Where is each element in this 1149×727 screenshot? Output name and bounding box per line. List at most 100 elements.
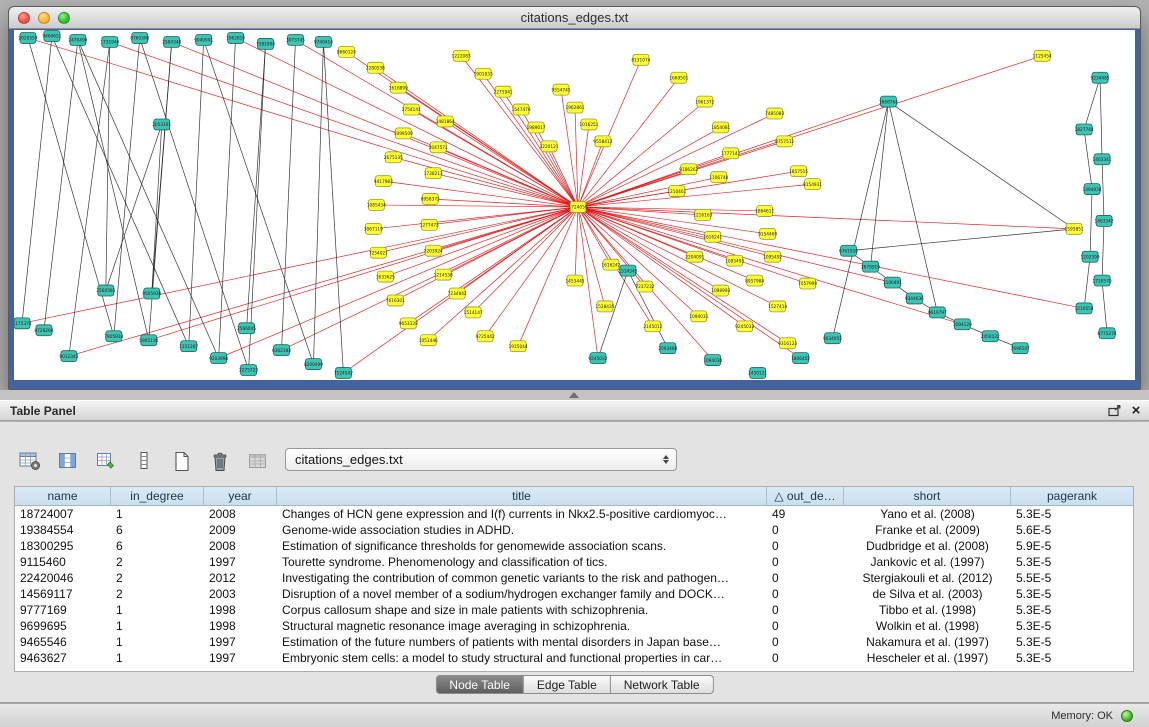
network-node[interactable]: 8760398 xyxy=(130,32,149,43)
network-node[interactable]: 1595851 xyxy=(1065,223,1084,234)
network-node[interactable]: 9203998 xyxy=(209,353,228,364)
network-node[interactable]: 8154931 xyxy=(803,179,822,190)
network-node[interactable]: 8660124 xyxy=(337,46,356,57)
network-node[interactable]: 9653328 xyxy=(399,318,418,329)
tab-edge-table[interactable]: Edge Table xyxy=(524,675,611,694)
network-node[interactable]: 1099509 xyxy=(394,128,413,139)
network-node[interactable]: 1806452 xyxy=(791,353,810,364)
network-node[interactable]: 1210461 xyxy=(667,186,686,197)
network-node[interactable]: 2047571 xyxy=(429,142,448,153)
network-node[interactable]: 7485083 xyxy=(765,108,784,119)
column-header-short[interactable]: short xyxy=(844,487,1011,505)
network-node[interactable]: 7696547 xyxy=(1011,343,1030,354)
network-node[interactable]: 2020559 xyxy=(18,32,37,43)
new-document-button[interactable] xyxy=(168,448,196,474)
network-node[interactable]: 2560593 xyxy=(96,285,115,296)
network-node[interactable]: 8757512 xyxy=(775,136,794,147)
network-node[interactable]: 6761916 xyxy=(839,245,858,256)
network-node[interactable]: 3067119 xyxy=(364,223,383,234)
window-titlebar[interactable]: citations_edges.txt xyxy=(9,7,1140,29)
network-node[interactable]: 1453445 xyxy=(565,275,584,286)
delete-trash-button[interactable] xyxy=(206,448,234,474)
network-node[interactable]: 9316123 xyxy=(778,338,797,349)
network-node[interactable]: 9049991 xyxy=(194,34,213,45)
network-node[interactable]: 1094129 xyxy=(953,319,972,330)
network-node[interactable]: 1666764 xyxy=(879,96,898,107)
network-node[interactable]: 2450121 xyxy=(748,368,767,379)
network-node[interactable]: 8200499 xyxy=(304,359,323,370)
network-node[interactable]: 1777147 xyxy=(721,148,740,159)
network-node[interactable]: 7581904 xyxy=(256,38,275,49)
network-node[interactable]: 1051446 xyxy=(419,335,438,346)
network-node[interactable]: 9505938 xyxy=(142,288,161,299)
network-node[interactable]: 1854081 xyxy=(711,122,730,133)
network-node[interactable]: 1710570 xyxy=(1093,275,1112,286)
network-node[interactable]: 2280538 xyxy=(366,62,385,73)
import-table-button[interactable] xyxy=(244,448,272,474)
network-node[interactable]: 1514545 xyxy=(618,265,637,276)
network-node[interactable]: 1175374 xyxy=(14,318,32,329)
network-node[interactable]: 7524542 xyxy=(334,368,353,379)
network-node[interactable]: 1827744 xyxy=(1075,124,1094,135)
network-node[interactable]: 1085434 xyxy=(367,200,386,211)
table-columns-button[interactable] xyxy=(54,448,82,474)
network-node[interactable]: 5905130 xyxy=(139,335,158,346)
panel-divider[interactable] xyxy=(0,390,1149,400)
close-panel-button[interactable]: × xyxy=(1127,403,1145,419)
column-strip-button[interactable] xyxy=(130,448,158,474)
network-node[interactable]: 1616899 xyxy=(389,82,408,93)
table-edit-button[interactable] xyxy=(92,448,120,474)
network-node[interactable]: 1857515 xyxy=(789,166,808,177)
float-panel-button[interactable] xyxy=(1105,403,1123,419)
network-node[interactable]: 1125454 xyxy=(1033,50,1052,61)
network-node[interactable]: 1463342 xyxy=(1095,215,1114,226)
column-header-pagerank[interactable]: pagerank xyxy=(1011,487,1133,505)
network-node[interactable]: 1633625 xyxy=(376,271,395,282)
table-row[interactable]: 1456911722003Disruption of a novel membe… xyxy=(15,586,1133,602)
column-header-title[interactable]: title xyxy=(277,487,767,505)
network-node[interactable]: 9344636 xyxy=(905,293,924,304)
network-node[interactable]: 1210554 xyxy=(1075,303,1094,314)
network-node[interactable]: 1151267 xyxy=(179,341,198,352)
network-node[interactable]: 1731946 xyxy=(100,36,119,47)
network-node[interactable]: 8957984 xyxy=(745,275,764,286)
network-node[interactable]: 1901833 xyxy=(474,68,493,79)
network-node[interactable]: 2450122 xyxy=(981,331,1000,342)
network-node[interactable]: 7234842 xyxy=(448,288,467,299)
network-node[interactable]: 2754141 xyxy=(402,104,421,115)
network-node[interactable]: 1098993 xyxy=(711,285,730,296)
network-node[interactable]: 1962810 xyxy=(226,32,245,43)
network-node[interactable]: 3220121 xyxy=(540,141,559,152)
network-node[interactable]: 2584348 xyxy=(162,36,181,47)
network-node[interactable]: 1100491 xyxy=(883,277,902,288)
network-node[interactable]: 8131074 xyxy=(631,54,650,65)
network-node[interactable]: 1738213 xyxy=(424,168,443,179)
network-node[interactable]: 2470496 xyxy=(68,34,87,45)
network-node[interactable]: 1481864 xyxy=(436,116,455,127)
network-node[interactable]: 2275941 xyxy=(494,86,513,97)
network-node[interactable]: 9558412 xyxy=(593,136,612,147)
network-node[interactable]: 1222083 xyxy=(452,50,471,61)
network-node[interactable]: 3073745 xyxy=(286,34,305,45)
column-header-year[interactable]: year xyxy=(204,487,277,505)
zoom-window-button[interactable] xyxy=(58,12,70,24)
network-node[interactable]: 1724059 xyxy=(568,202,587,213)
network-node[interactable]: 9634952 xyxy=(823,333,842,344)
network-node[interactable]: 9154469 xyxy=(758,228,777,239)
network-node[interactable]: 7057999 xyxy=(798,278,817,289)
network-node[interactable]: 1669501 xyxy=(669,72,688,83)
network-node[interactable]: 2145012 xyxy=(643,321,662,332)
network-node[interactable]: 9012343 xyxy=(59,351,78,362)
network-node[interactable]: 1463341 xyxy=(1093,154,1112,165)
table-row[interactable]: 1830029562008Estimation of significance … xyxy=(15,538,1133,554)
network-node[interactable]: 7237232 xyxy=(635,281,654,292)
network-node[interactable]: 9186262 xyxy=(679,164,698,175)
network-node[interactable]: 8958372 xyxy=(421,194,440,205)
table-row[interactable]: 1872400712008Changes of HCN gene express… xyxy=(15,506,1133,522)
minimize-window-button[interactable] xyxy=(38,12,50,24)
network-node[interactable]: 7905934 xyxy=(104,331,123,342)
divider-grip-icon[interactable] xyxy=(569,392,579,398)
network-node[interactable]: 1915044 xyxy=(509,341,528,352)
table-row[interactable]: 946554611997Estimation of the future num… xyxy=(15,634,1133,650)
network-node[interactable]: 2053191 xyxy=(152,119,171,130)
